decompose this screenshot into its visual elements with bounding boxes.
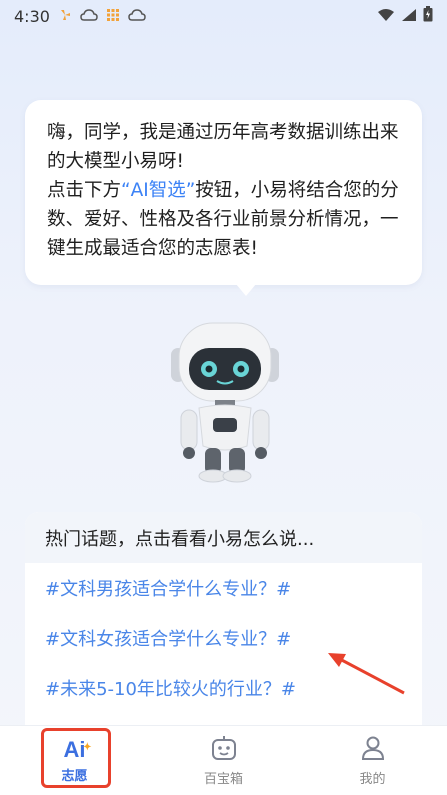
robot-box-icon [210,735,238,765]
hot-topics-card: 热门话题，点击看看小易怎么说... #文科男孩适合学什么专业？# #文科女孩适合… [25,512,422,742]
status-time: 4:30 [14,6,50,26]
tab-zhiyuan[interactable]: Ai ✦ 志愿 [0,726,149,795]
status-left: 4:30 [14,7,146,26]
battery-icon [423,6,433,26]
ai-select-highlight: “AI智选” [121,180,196,201]
status-right [377,6,433,26]
ai-icon: Ai ✦ [63,736,92,762]
grid-icon [106,7,120,26]
user-icon [360,735,386,765]
tab-treasure-box-label: 百宝箱 [203,771,243,787]
bubble-instruction-prefix: 点击下方 [47,180,122,201]
bottom-tab-bar: Ai ✦ 志愿 百宝箱 我的 [0,725,447,795]
cloud-icon [80,7,98,26]
bubble-intro-text: 嗨，同学，我是通过历年高考数据训练出来的大模型小易呀! [47,122,399,172]
cloud-icon [128,7,146,26]
status-bar: 4:30 [0,0,447,32]
annotation-arrow [328,653,405,695]
hot-topics-header: 热门话题，点击看看小易怎么说... [25,512,422,563]
tab-zhiyuan-label: 志愿 [61,768,88,784]
topic-link-1[interactable]: #文科男孩适合学什么专业？# [25,563,422,613]
tab-treasure-box[interactable]: 百宝箱 [149,726,298,795]
wifi-icon [377,7,395,26]
assistant-message-bubble: 嗨，同学，我是通过历年高考数据训练出来的大模型小易呀! 点击下方“AI智选”按钮… [25,100,422,296]
tab-mine[interactable]: 我的 [298,726,447,795]
tab-mine-label: 我的 [359,771,386,787]
robot-mascot-image [165,318,285,483]
fan-icon [58,7,72,26]
signal-icon [401,7,417,26]
